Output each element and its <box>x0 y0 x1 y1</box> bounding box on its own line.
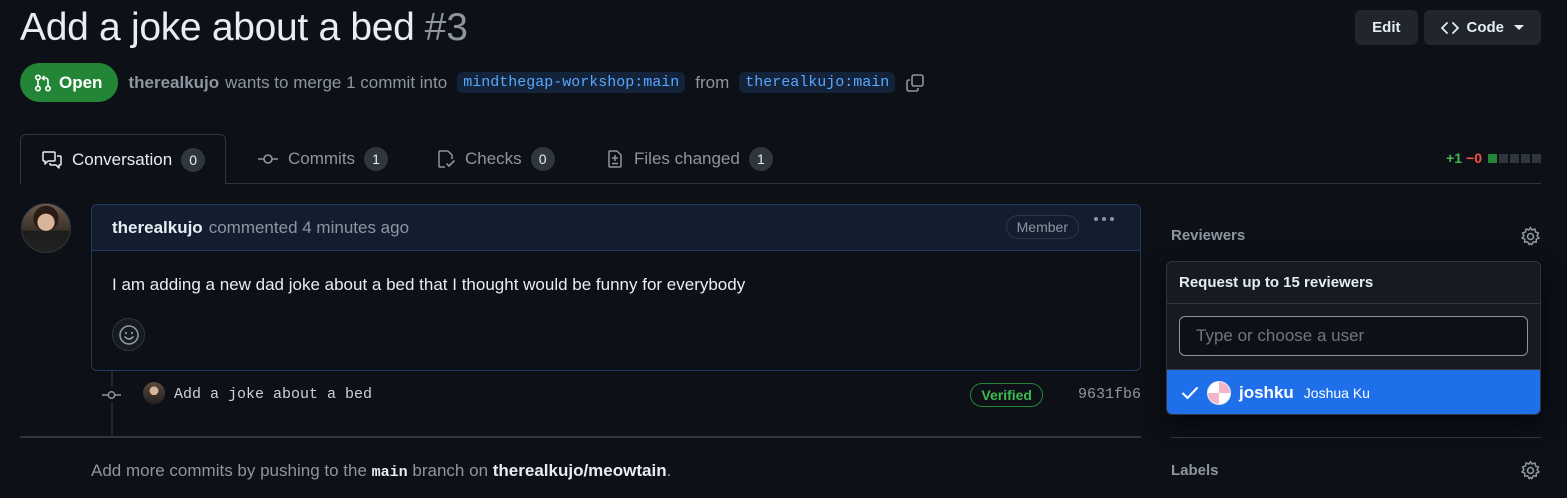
check-icon <box>1182 386 1198 399</box>
tab-label: Commits <box>288 149 356 168</box>
file-diff-icon <box>608 150 622 168</box>
commit-sha-link[interactable]: 9631fb6 <box>1078 386 1141 403</box>
merge-text: wants to merge 1 commit into <box>225 72 448 92</box>
timeline-divider <box>20 436 1141 438</box>
comment-author-link[interactable]: therealkujo <box>112 218 203 238</box>
header-actions: Edit Code <box>1355 10 1541 45</box>
tab-label: Files changed <box>634 149 740 168</box>
tab-counter: 1 <box>748 147 773 171</box>
comment-body: I am adding a new dad joke about a bed t… <box>112 275 746 294</box>
tab-counter: 0 <box>181 147 206 172</box>
reviewer-dropdown: Request up to 15 reviewers joshku Joshua… <box>1166 261 1541 415</box>
pr-meta: Open therealkujo wants to merge 1 commit… <box>20 63 925 102</box>
tab-files-changed[interactable]: Files changed 1 <box>605 134 773 184</box>
diffstat-block <box>1521 153 1530 163</box>
tab-label: Checks <box>465 149 522 168</box>
avatar <box>1207 380 1231 405</box>
repo-link[interactable]: therealkujo/meowtain <box>493 461 667 480</box>
diffstat-additions: +1 <box>1446 150 1463 166</box>
reviewer-search-input[interactable] <box>1179 316 1528 356</box>
push-hint-suffix: . <box>666 461 672 480</box>
edit-button[interactable]: Edit <box>1355 10 1418 45</box>
reviewers-heading[interactable]: Reviewers <box>1171 227 1245 244</box>
comment-header: therealkujo commented 4 minutes ago <box>92 205 1140 251</box>
diffstat-deletions: −0 <box>1466 150 1482 166</box>
tab-counter: 0 <box>530 147 555 171</box>
push-hint-prefix: Add more commits by pushing to the <box>91 461 367 480</box>
commit-message-link[interactable]: Add a joke about a bed <box>174 386 372 403</box>
git-commit-icon <box>102 387 121 402</box>
tab-counter: 1 <box>364 147 389 171</box>
diffstat-block <box>1488 153 1497 163</box>
gear-icon[interactable] <box>1520 460 1541 486</box>
avatar[interactable] <box>21 203 71 253</box>
filter-wrap <box>1167 304 1540 370</box>
code-icon <box>1440 21 1459 34</box>
diffstat-block <box>1532 153 1541 163</box>
pr-title-row: Add a joke about a bed #3 <box>20 6 468 50</box>
pr-title: Add a joke about a bed <box>20 6 415 49</box>
git-pull-request-icon <box>34 73 52 92</box>
diffstat: +1 −0 <box>1446 150 1541 166</box>
kebab-icon[interactable] <box>1094 217 1114 221</box>
comment-timestamp: commented 4 minutes ago <box>208 217 410 237</box>
tab-conversation[interactable]: Conversation 0 <box>20 134 227 185</box>
tab-label: Conversation <box>72 149 173 169</box>
diffstat-blocks <box>1488 153 1541 163</box>
reviewer-option[interactable]: joshku Joshua Ku <box>1167 370 1540 414</box>
push-hint-middle: branch on <box>412 461 489 480</box>
comment-discussion-icon <box>42 150 62 169</box>
head-branch[interactable]: therealkujo:main <box>739 72 896 93</box>
reviewer-name: Joshua Ku <box>1303 384 1370 401</box>
state-badge: Open <box>20 63 119 102</box>
smiley-icon[interactable] <box>112 318 145 351</box>
verified-badge[interactable]: Verified <box>970 383 1043 407</box>
gear-icon[interactable] <box>1520 226 1541 252</box>
labels-heading[interactable]: Labels <box>1171 462 1219 479</box>
pr-tabs: Conversation 0 Commits 1 Checks 0 Files … <box>20 134 1541 185</box>
avatar[interactable] <box>143 382 165 404</box>
state-label: Open <box>59 72 103 92</box>
code-button-label: Code <box>1466 19 1505 36</box>
git-commit-icon <box>258 154 278 164</box>
diffstat-block <box>1510 153 1519 163</box>
comment-box: therealkujo commented 4 minutes ago Memb… <box>91 204 1141 371</box>
copy-icon[interactable] <box>905 73 925 93</box>
checklist-icon <box>438 150 455 168</box>
sidebar-divider <box>1171 437 1541 438</box>
tab-commits[interactable]: Commits 1 <box>257 134 389 184</box>
pr-author-link[interactable]: therealkujo <box>128 73 219 93</box>
tab-checks[interactable]: Checks 0 <box>436 134 555 184</box>
push-hint: Add more commits by pushing to the main … <box>91 461 671 481</box>
base-branch[interactable]: mindthegap-workshop:main <box>457 72 686 93</box>
member-badge: Member <box>1005 215 1079 239</box>
chevron-down-icon <box>1514 25 1524 30</box>
pr-number: #3 <box>424 6 468 49</box>
reviewer-login: joshku <box>1239 382 1294 402</box>
code-button[interactable]: Code <box>1423 10 1541 45</box>
dropdown-header: Request up to 15 reviewers <box>1167 262 1540 304</box>
diffstat-block <box>1499 153 1508 163</box>
timeline-commit: Add a joke about a bed Verified 9631fb6 <box>91 378 1141 412</box>
push-hint-branch: main <box>371 464 408 481</box>
from-text: from <box>695 72 730 92</box>
